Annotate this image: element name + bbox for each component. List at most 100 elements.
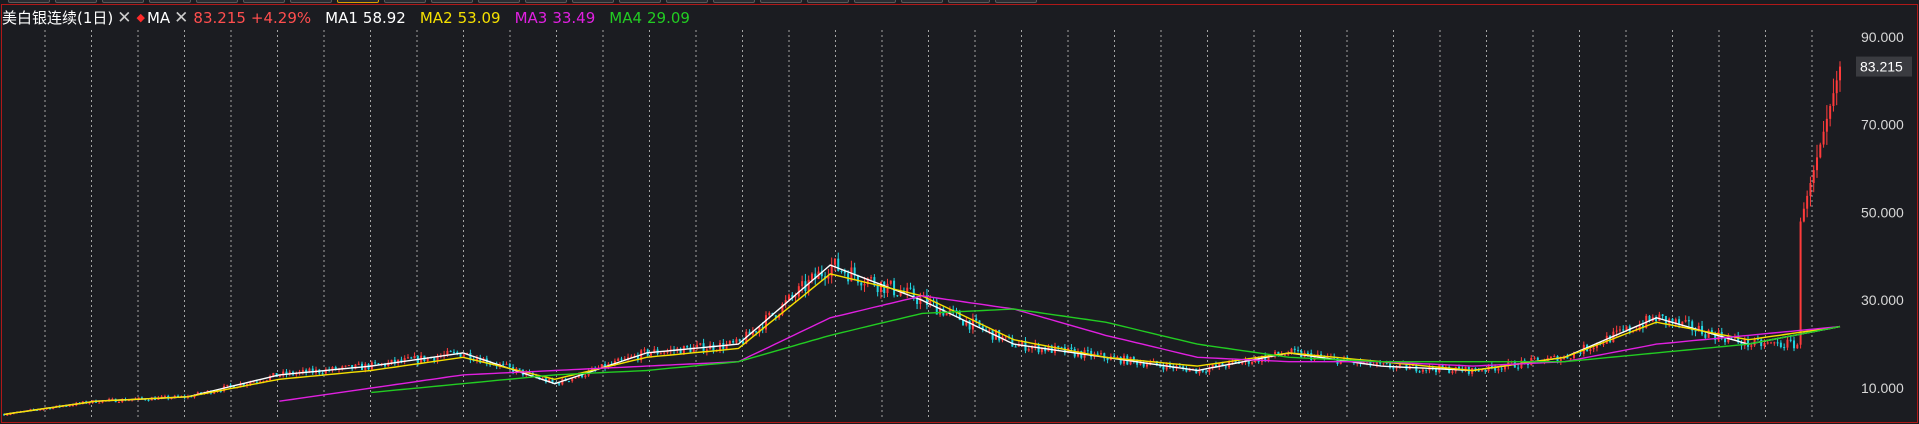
candle-body <box>663 352 666 354</box>
candle-body <box>147 399 150 401</box>
candle-body <box>1750 345 1753 347</box>
candle-body <box>1839 66 1841 81</box>
candle-body <box>374 362 377 364</box>
candle-body <box>1382 363 1385 365</box>
candle-body <box>390 359 393 363</box>
close-ma-icon[interactable]: ✕ <box>174 8 188 28</box>
ma4-value: 29.09 <box>647 9 690 27</box>
candle-body <box>226 384 229 386</box>
candle-body <box>117 402 120 404</box>
candle-body <box>344 365 347 367</box>
candle-body <box>738 339 741 342</box>
candle-body <box>377 363 380 365</box>
candle-body <box>1687 320 1690 322</box>
candle-body <box>1306 352 1309 354</box>
candle-body <box>732 340 735 343</box>
candle-body <box>1027 348 1030 351</box>
candle-body <box>810 273 813 280</box>
candle-body <box>755 331 758 333</box>
candle-body <box>1789 339 1792 341</box>
ma-indicator-label[interactable]: MA <box>147 8 170 28</box>
candle-body <box>696 344 699 348</box>
candle-body <box>1119 356 1122 364</box>
ma-diamond-icon: ◆ <box>136 11 145 24</box>
candle-body <box>571 378 574 382</box>
instrument-title: 美白银连续(1日) <box>2 9 114 27</box>
candle-body <box>807 279 810 292</box>
ma2-value: 53.09 <box>457 9 501 27</box>
candle-body <box>735 339 738 343</box>
candle-body <box>1435 369 1438 373</box>
candle-body <box>1379 362 1382 364</box>
candle-body <box>413 355 416 359</box>
candle-body <box>617 358 620 361</box>
candle-body <box>163 396 166 398</box>
last-price: 83.215 <box>193 9 246 27</box>
candle-body <box>1451 371 1454 373</box>
y-axis-tick-label: 70.000 <box>1861 117 1904 133</box>
candle-body <box>847 273 850 282</box>
candle-body <box>1707 330 1710 338</box>
candle-body <box>1418 371 1421 373</box>
candle-body <box>1234 361 1237 363</box>
candle-body <box>863 284 866 286</box>
candle-body <box>1057 345 1060 348</box>
candle-body <box>1589 349 1592 351</box>
candle-body <box>1392 367 1395 369</box>
candle-body <box>505 363 508 365</box>
candle-body <box>1293 348 1296 351</box>
candle-body <box>1776 342 1779 344</box>
candle-body <box>998 330 1001 341</box>
y-axis-tick-label: 50.000 <box>1861 204 1904 220</box>
candle-body <box>1113 356 1116 358</box>
ma2-line <box>3 273 1841 416</box>
candle-body <box>1336 357 1339 365</box>
candle-body <box>1549 356 1552 359</box>
candle-body <box>449 350 452 352</box>
candle-body <box>1178 365 1181 367</box>
candle-body <box>840 270 843 272</box>
candle-body <box>301 369 304 372</box>
candle-body <box>889 280 892 284</box>
candle-body <box>1162 366 1165 370</box>
candle-body <box>988 329 991 331</box>
candle-body <box>1770 342 1773 344</box>
candle-body <box>1014 346 1017 348</box>
chart-legend: 美白银连续(1日) ✕ ◆ MA ✕ 83.215 +4.29% MA1 58.… <box>2 8 695 28</box>
candle-body <box>1602 343 1605 345</box>
candle-body <box>1763 342 1766 347</box>
candle-body <box>1819 144 1822 158</box>
candle-body <box>860 282 863 286</box>
candle-body <box>1579 352 1582 354</box>
candle-body <box>1694 330 1697 332</box>
candle-body <box>801 281 804 287</box>
candle-body <box>870 277 873 279</box>
candle-body <box>1786 339 1789 348</box>
candle-body <box>1760 339 1763 347</box>
candle-body <box>699 343 702 345</box>
candle-body <box>1251 362 1254 364</box>
candle-body <box>1681 321 1684 325</box>
candle-body <box>1825 118 1828 132</box>
candle-body <box>410 357 413 359</box>
candle-body <box>896 295 899 297</box>
candle-body <box>1832 93 1835 107</box>
candle-body <box>1297 350 1300 352</box>
candle-body <box>1106 358 1109 361</box>
y-axis-tick-label: 30.000 <box>1861 292 1904 308</box>
kline-chart[interactable]: 90.000 70.000 50.000 30.000 10.000 83.215 <box>0 0 1919 424</box>
candle-body <box>643 349 646 351</box>
candle-body <box>1553 356 1556 358</box>
price-change: +4.29% <box>250 9 312 27</box>
candle-body <box>919 297 922 304</box>
candle-body <box>1096 353 1099 355</box>
candle-body <box>567 380 570 382</box>
candle-body <box>71 405 74 407</box>
candle-body <box>1533 357 1536 359</box>
candle-body <box>1497 368 1500 371</box>
candle-body <box>1799 221 1802 345</box>
candle-body <box>1622 329 1625 331</box>
close-instrument-icon[interactable]: ✕ <box>117 8 131 28</box>
candle-body <box>1070 347 1073 349</box>
candle-body <box>909 287 912 289</box>
